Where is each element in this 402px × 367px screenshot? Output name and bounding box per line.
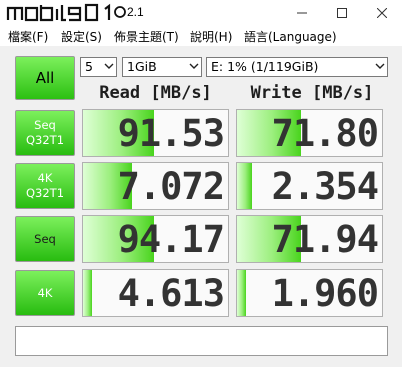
write-progress-bar: [237, 163, 252, 209]
test-label: 4K: [37, 171, 53, 185]
read-value: 94.17: [117, 218, 225, 261]
run-all-button[interactable]: All: [15, 56, 75, 100]
test-label-sub: Q32T1: [25, 133, 65, 147]
maximize-button[interactable]: [322, 0, 362, 26]
minimize-button[interactable]: [282, 0, 322, 26]
maximize-icon: [337, 8, 347, 18]
read-header: Read [MB/s]: [99, 83, 212, 103]
seq-button[interactable]: Seq: [15, 216, 75, 262]
4k-q32t1-button[interactable]: 4K Q32T1: [15, 163, 75, 209]
write-result-cell: 71.80: [236, 109, 383, 157]
4k-button[interactable]: 4K: [15, 270, 75, 316]
read-value: 91.53: [117, 112, 225, 155]
read-progress-bar: [83, 270, 92, 316]
drive-select[interactable]: E: 1% (1/119GiB): [206, 57, 388, 77]
read-result-cell: 94.17: [82, 215, 229, 263]
read-result-cell: 91.53: [82, 109, 229, 157]
menu-bar: 檔案(F) 設定(S) 佈景主題(T) 說明(H) 語言(Language): [0, 26, 402, 46]
chevron-down-icon: [375, 63, 385, 69]
read-value: 7.072: [117, 165, 225, 208]
write-value: 71.80: [271, 112, 379, 155]
mobile01-logo-icon: [6, 3, 126, 22]
test-label-sub: Q32T1: [25, 186, 65, 200]
write-result-cell: 71.94: [236, 215, 383, 263]
test-label: Seq: [34, 231, 56, 246]
test-label: Seq: [34, 118, 56, 132]
test-size-value: 1GiB: [127, 59, 157, 74]
write-result-cell: 1.960: [236, 269, 383, 317]
test-count-value: 5: [85, 59, 93, 74]
menu-theme[interactable]: 佈景主題(T): [114, 28, 179, 45]
write-progress-bar: [237, 270, 246, 316]
window-title: 2.1: [127, 5, 144, 19]
test-count-select[interactable]: 5: [80, 57, 117, 77]
drive-value: E: 1% (1/119GiB): [211, 59, 319, 74]
write-value: 1.960: [271, 272, 379, 315]
minimize-icon: [297, 12, 307, 14]
test-size-select[interactable]: 1GiB: [122, 57, 202, 77]
read-result-cell: 7.072: [82, 162, 229, 210]
title-bar: 2.1: [0, 0, 402, 26]
write-result-cell: 2.354: [236, 162, 383, 210]
write-value: 2.354: [271, 165, 379, 208]
write-value: 71.94: [271, 218, 379, 261]
menu-help[interactable]: 說明(H): [190, 28, 232, 45]
seq-q32t1-button[interactable]: Seq Q32T1: [15, 110, 75, 156]
write-header: Write [MB/s]: [250, 83, 374, 103]
chevron-down-icon: [104, 63, 114, 69]
read-value: 4.613: [117, 272, 225, 315]
chevron-down-icon: [189, 63, 199, 69]
test-label: 4K: [37, 285, 53, 300]
close-button[interactable]: [362, 0, 402, 26]
menu-settings[interactable]: 設定(S): [61, 28, 102, 45]
read-result-cell: 4.613: [82, 269, 229, 317]
close-icon: [377, 8, 387, 18]
menu-language[interactable]: 語言(Language): [244, 28, 337, 45]
comment-input[interactable]: [15, 326, 388, 356]
menu-file[interactable]: 檔案(F): [8, 28, 48, 45]
